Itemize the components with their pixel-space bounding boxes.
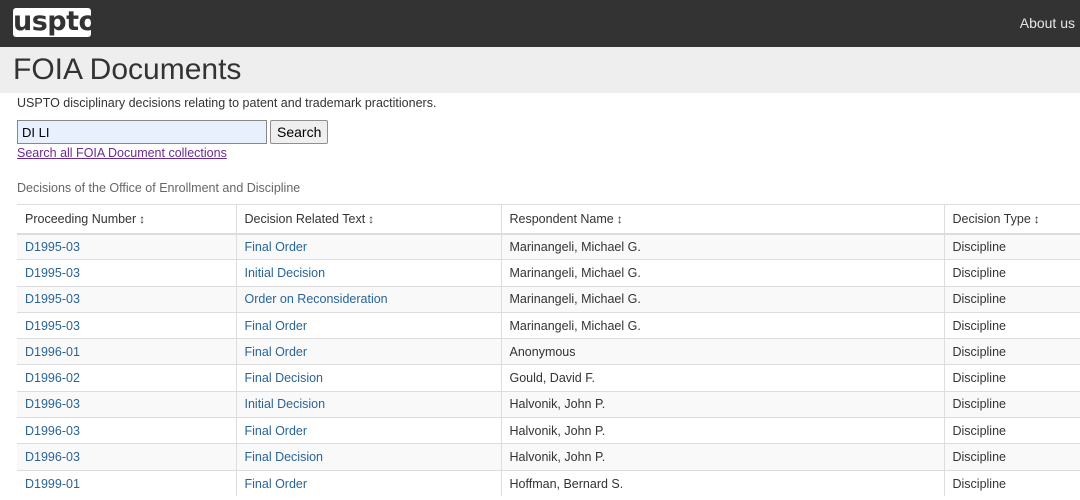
table-row: D1995-03 Final Order Marinangeli, Michael … <box>17 232 1080 260</box>
respondent-name: Halvonik, John P. <box>501 390 945 418</box>
decisions-table: Proceeding Number ↕ Decision Related Text… <box>17 204 1080 497</box>
proceeding-number-link[interactable]: D1999-01 <box>25 477 80 491</box>
decision-type: Discipline <box>944 338 1080 365</box>
decision-text-link[interactable]: Initial Decision <box>245 266 326 280</box>
decision-text-link[interactable]: Final Order <box>245 424 308 438</box>
proceeding-number-link[interactable]: D1995-03 <box>25 292 80 306</box>
table-row: D1995-03 Final Order Marinangeli, Michael … <box>17 311 1080 339</box>
column-header-decision-related-text[interactable]: Decision Related Text ↕ <box>236 204 502 235</box>
search-form: Search <box>17 120 329 144</box>
sort-icon: ↕ <box>1033 211 1040 226</box>
search-input[interactable] <box>17 120 267 144</box>
decision-text-link[interactable]: Initial Decision <box>245 397 326 411</box>
sort-icon: ↕ <box>616 211 623 226</box>
proceeding-number-link[interactable]: D1995-03 <box>25 266 80 280</box>
decision-type: Discipline <box>944 469 1080 497</box>
proceeding-number-link[interactable]: D1995-03 <box>25 319 80 333</box>
respondent-name: Anonymous <box>501 338 945 365</box>
column-header-decision-type[interactable]: Decision Type ↕ <box>944 204 1080 235</box>
about-us-link[interactable]: About us <box>1020 15 1075 31</box>
respondent-name: Halvonik, John P. <box>501 443 945 471</box>
respondent-name: Hoffman, Bernard S. <box>501 469 945 497</box>
decision-text-link[interactable]: Final Order <box>245 319 308 333</box>
respondent-name: Marinangeli, Michael G. <box>501 311 945 339</box>
table-row: D1996-03 Final Order Halvonik, John P. Disc… <box>17 417 1080 444</box>
table-row: D1999-01 Final Order Hoffman, Bernard S. Di… <box>17 469 1080 497</box>
proceeding-number-link[interactable]: D1996-02 <box>25 371 80 385</box>
decision-type: Discipline <box>944 443 1080 471</box>
decision-type: Discipline <box>944 417 1080 444</box>
page-title: FOIA Documents <box>13 53 242 86</box>
decision-text-link[interactable]: Final Decision <box>245 450 324 464</box>
decision-text-link[interactable]: Final Order <box>245 477 308 491</box>
uspto-logo[interactable]: uspto <box>13 8 97 37</box>
proceeding-number-link[interactable]: D1996-03 <box>25 397 80 411</box>
decision-type: Discipline <box>944 232 1080 260</box>
respondent-name: Marinangeli, Michael G. <box>501 285 945 313</box>
search-button[interactable]: Search <box>270 120 329 144</box>
proceeding-number-link[interactable]: D1995-03 <box>25 240 80 254</box>
column-header-proceeding-number[interactable]: Proceeding Number ↕ <box>17 204 237 235</box>
table-row: D1996-01 Final Order Anonymous Discipline <box>17 338 1080 365</box>
decision-text-link[interactable]: Order on Reconsideration <box>245 292 388 306</box>
decision-type: Discipline <box>944 285 1080 313</box>
table-row: D1996-02 Final Decision Gould, David F. Dis… <box>17 364 1080 392</box>
column-header-respondent-name[interactable]: Respondent Name ↕ <box>501 204 945 235</box>
sort-icon: ↕ <box>368 211 375 226</box>
decision-text-link[interactable]: Final Order <box>245 240 308 254</box>
page-title-bar: FOIA Documents <box>0 47 1080 93</box>
decision-text-link[interactable]: Final Order <box>245 345 308 359</box>
decision-text-link[interactable]: Final Decision <box>245 371 324 385</box>
table-header-row: Proceeding Number ↕ Decision Related Text… <box>17 204 1080 235</box>
respondent-name: Gould, David F. <box>501 364 945 392</box>
decision-type: Discipline <box>944 311 1080 339</box>
section-caption: Decisions of the Office of Enrollment an… <box>17 181 301 195</box>
search-all-collections-link[interactable]: Search all FOIA Document collections <box>17 146 227 160</box>
decision-type: Discipline <box>944 364 1080 392</box>
proceeding-number-link[interactable]: D1996-03 <box>25 424 80 438</box>
decision-type: Discipline <box>944 259 1080 287</box>
respondent-name: Marinangeli, Michael G. <box>501 259 945 287</box>
sort-icon: ↕ <box>139 211 146 226</box>
table-row: D1996-03 Final Decision Halvonik, John P. D… <box>17 443 1080 471</box>
top-navbar: uspto About us <box>0 0 1080 47</box>
proceeding-number-link[interactable]: D1996-03 <box>25 450 80 464</box>
decision-type: Discipline <box>944 390 1080 418</box>
table-row: D1995-03 Order on Reconsideration Marinang… <box>17 285 1080 313</box>
table-row: D1996-03 Initial Decision Halvonik, John P… <box>17 390 1080 418</box>
page-subtitle: USPTO disciplinary decisions relating to… <box>17 96 437 110</box>
proceeding-number-link[interactable]: D1996-01 <box>25 345 80 359</box>
table-row: D1995-03 Initial Decision Marinangeli, Mic… <box>17 259 1080 287</box>
respondent-name: Marinangeli, Michael G. <box>501 232 945 260</box>
respondent-name: Halvonik, John P. <box>501 417 945 444</box>
